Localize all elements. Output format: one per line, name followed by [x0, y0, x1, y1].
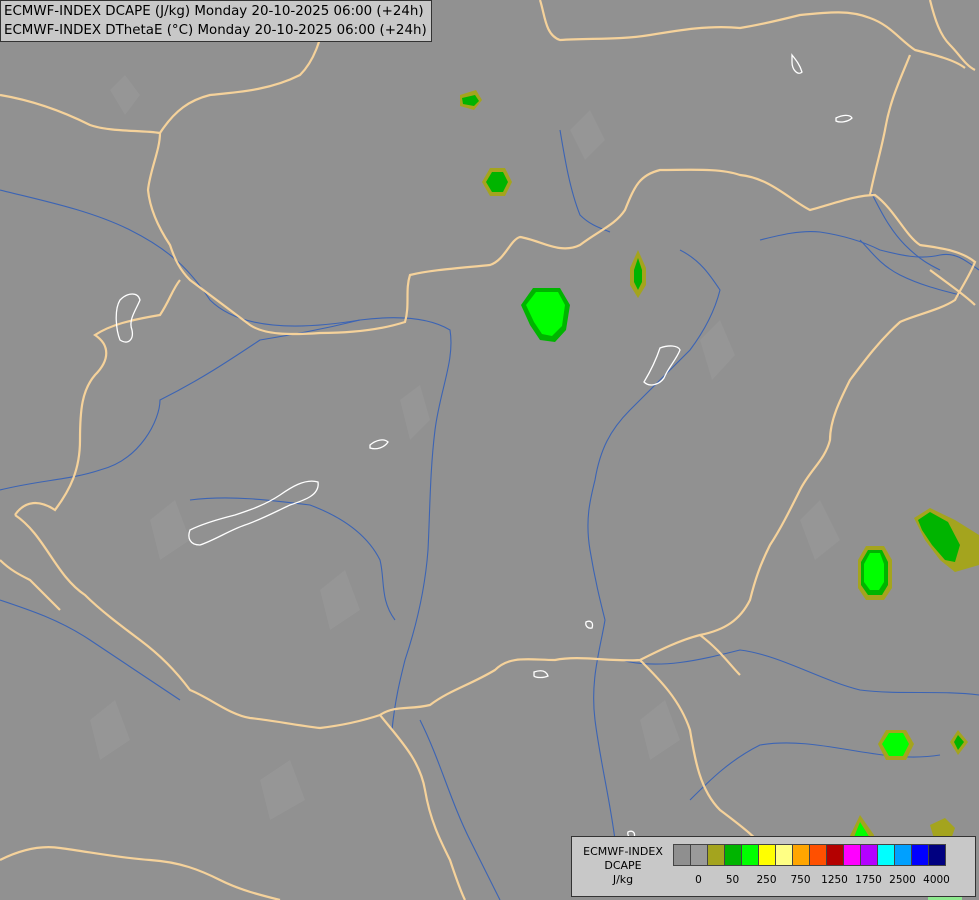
legend-tick-label: 750 — [790, 874, 811, 886]
legend-swatch — [775, 844, 793, 866]
legend-tick-label: 50 — [725, 874, 740, 886]
dcape-cell — [864, 553, 884, 590]
legend-swatch — [826, 844, 844, 866]
legend-swatch — [673, 844, 691, 866]
weather-map — [0, 0, 979, 900]
title-line-dthetae: ECMWF-INDEX DThetaE (°C) Monday 20-10-20… — [4, 23, 427, 38]
title-line-dcape: ECMWF-INDEX DCAPE (J/kg) Monday 20-10-20… — [4, 4, 424, 19]
legend-ticks: 0 50 250 750 1250 1750 2500 4000 — [673, 874, 973, 888]
legend-swatch — [894, 844, 912, 866]
legend-swatch — [860, 844, 878, 866]
legend-tick-label: 1250 — [821, 874, 848, 886]
color-legend: ECMWF-INDEX DCAPE J/kg 0 50 250 750 1250 1750… — [571, 836, 976, 897]
legend-swatch — [707, 844, 725, 866]
legend-swatch — [809, 844, 827, 866]
legend-swatch — [877, 844, 895, 866]
legend-tick-label: 0 — [695, 874, 702, 886]
legend-variable: DCAPE — [604, 859, 642, 872]
legend-tick-label: 250 — [756, 874, 777, 886]
legend-tick-label: 1750 — [855, 874, 882, 886]
legend-swatch — [724, 844, 742, 866]
legend-swatch — [758, 844, 776, 866]
legend-title: ECMWF-INDEX — [583, 845, 663, 858]
legend-swatch — [690, 844, 708, 866]
legend-tick-label: 2500 — [889, 874, 916, 886]
legend-swatch — [792, 844, 810, 866]
legend-tick-label: 4000 — [923, 874, 950, 886]
legend-label: ECMWF-INDEX DCAPE J/kg — [576, 845, 670, 887]
map-title-box: ECMWF-INDEX DCAPE (J/kg) Monday 20-10-20… — [0, 0, 432, 42]
legend-swatch — [843, 844, 861, 866]
legend-swatch — [741, 844, 759, 866]
legend-swatch — [928, 844, 946, 866]
legend-swatches — [673, 844, 946, 866]
legend-unit: J/kg — [612, 873, 634, 886]
legend-swatch — [911, 844, 929, 866]
